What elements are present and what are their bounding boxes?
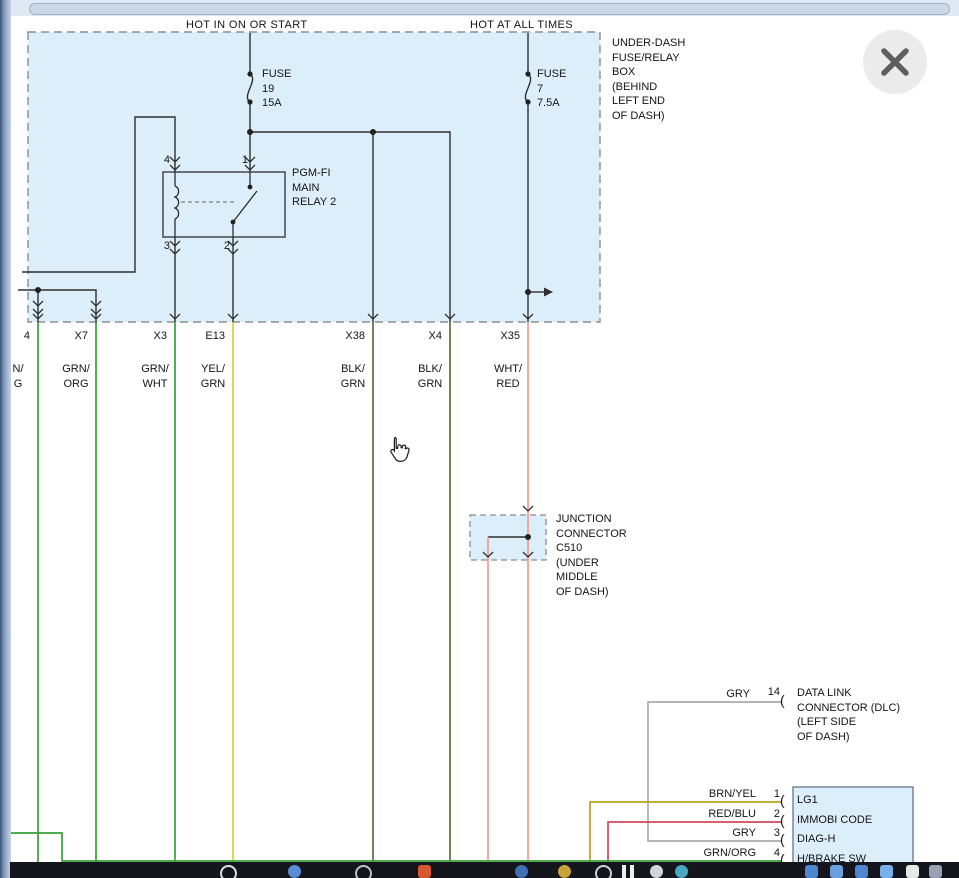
window-left-edge — [0, 0, 11, 878]
relay-pin-1-label: 1 — [234, 154, 248, 167]
immobilizer-pin-label: 1 — [766, 788, 780, 801]
hot-in-on-or-start-label: HOT IN ON OR START — [186, 19, 308, 32]
taskbar-icon[interactable] — [558, 865, 571, 878]
relay-name-label: PGM-FI MAIN RELAY 2 — [292, 166, 336, 210]
wire-color-label: GRN/ ORG — [51, 362, 101, 392]
close-button[interactable] — [863, 30, 927, 94]
connector-label: X35 — [480, 330, 520, 343]
taskbar-icon[interactable] — [355, 865, 372, 878]
wire-color-label: YEL/ GRN — [188, 362, 238, 392]
taskbar-icon[interactable] — [288, 865, 301, 878]
relay-pin-4-label: 4 — [156, 154, 170, 167]
immobilizer-wire-label: GRY — [690, 827, 756, 840]
junction-connector-note: JUNCTION CONNECTOR C510 (UNDER MIDDLE OF… — [556, 512, 627, 599]
connector-label: X4 — [402, 330, 442, 343]
horizontal-scrollbar[interactable] — [11, 0, 959, 16]
taskbar-icon[interactable] — [650, 865, 663, 878]
connector-label: X38 — [325, 330, 365, 343]
immobilizer-function-label: DIAG-H — [797, 833, 836, 846]
wire-color-label: BLK/ GRN — [328, 362, 378, 392]
taskbar-icon[interactable] — [906, 865, 919, 878]
connector-label: E13 — [185, 330, 225, 343]
colored-wires — [10, 322, 782, 862]
immobilizer-function-label: IMMOBI CODE — [797, 814, 872, 827]
continuation-arrow — [544, 288, 553, 297]
immobilizer-pin-label: 2 — [766, 808, 780, 821]
wire-color-label: BLK/ GRN — [405, 362, 455, 392]
wire-color-label: GRN/ WHT — [130, 362, 180, 392]
wiring-diagram-page: HOT IN ON OR START HOT AT ALL TIMES UNDE… — [0, 0, 959, 878]
taskbar-icon[interactable] — [418, 865, 431, 878]
wire-color-label: WHT/ RED — [483, 362, 533, 392]
wiring-diagram — [0, 0, 959, 878]
immobilizer-function-label: LG1 — [797, 794, 818, 807]
dlc-pin-label: 14 — [760, 686, 780, 699]
dlc-terminal-bracket: ( — [780, 694, 785, 707]
taskbar-icon[interactable] — [622, 865, 634, 878]
immobilizer-terminal-bracket: ( — [780, 794, 785, 807]
taskbar-icon[interactable] — [595, 865, 612, 878]
immobilizer-wire-label: RED/BLU — [690, 808, 756, 821]
terminal-arrows — [33, 157, 533, 557]
relay-symbol — [163, 172, 285, 237]
immobilizer-wire-label: BRN/YEL — [690, 788, 756, 801]
taskbar-icon[interactable] — [675, 865, 688, 878]
fuse-19-label: FUSE 19 15A — [262, 67, 291, 111]
fuse-7-label: FUSE 7 7.5A — [537, 67, 566, 111]
hot-at-all-times-label: HOT AT ALL TIMES — [470, 19, 573, 32]
taskbar[interactable] — [10, 862, 959, 878]
immobilizer-terminal-bracket: ( — [780, 833, 785, 846]
junction-connector-box — [470, 515, 546, 560]
connector-label: X3 — [127, 330, 167, 343]
immobilizer-pin-label: 4 — [766, 847, 780, 860]
taskbar-icon[interactable] — [830, 865, 843, 878]
fuse-box-location-note: UNDER-DASH FUSE/RELAY BOX (BEHIND LEFT E… — [612, 36, 685, 123]
scrollbar-thumb[interactable] — [29, 3, 950, 15]
relay-pin-3-label: 3 — [156, 240, 170, 253]
taskbar-icon[interactable] — [855, 865, 868, 878]
taskbar-icon[interactable] — [929, 865, 942, 878]
taskbar-icon[interactable] — [880, 865, 893, 878]
immobilizer-wire-label: GRN/ORG — [690, 847, 756, 860]
relay-pin-2-label: 2 — [216, 240, 230, 253]
junction-dots — [35, 71, 531, 540]
immobilizer-terminal-bracket: ( — [780, 814, 785, 827]
cursor-icon — [386, 436, 410, 469]
close-icon — [863, 30, 927, 94]
dlc-note: DATA LINK CONNECTOR (DLC) (LEFT SIDE OF … — [797, 686, 900, 744]
dlc-wire-label: GRY — [700, 688, 750, 701]
connector-label: X7 — [48, 330, 88, 343]
taskbar-icon[interactable] — [805, 865, 818, 878]
immobilizer-pin-label: 3 — [766, 827, 780, 840]
taskbar-icon[interactable] — [515, 865, 528, 878]
taskbar-icon[interactable] — [220, 865, 237, 878]
